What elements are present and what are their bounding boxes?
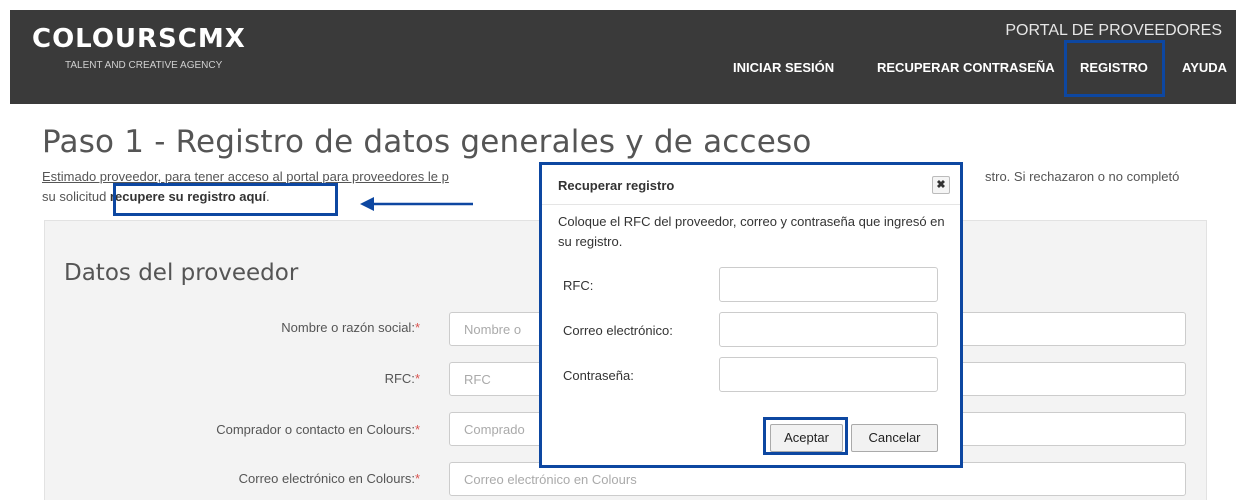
- label-rfc: RFC:*: [384, 371, 420, 386]
- close-icon[interactable]: ✖: [932, 176, 950, 194]
- logo-tagline: TALENT AND CREATIVE AGENCY: [65, 60, 223, 71]
- logo[interactable]: COLOURSCMX: [32, 24, 246, 54]
- top-header: COLOURSCMX TALENT AND CREATIVE AGENCY PO…: [10, 10, 1236, 104]
- recover-link-highlight-box: [113, 183, 338, 216]
- arrow-left-icon: [360, 197, 473, 211]
- modal-password-label: Contraseña:: [563, 368, 634, 383]
- modal-header: Recuperar registro ✖: [542, 165, 960, 205]
- label-nombre: Nombre o razón social:*: [281, 320, 420, 335]
- label-comprador: Comprador o contacto en Colours:*: [216, 422, 420, 437]
- modal-password-input[interactable]: [719, 357, 938, 392]
- nav-iniciar-sesion[interactable]: INICIAR SESIÓN: [733, 60, 834, 75]
- intro-text-link[interactable]: Estimado proveedor, para tener acceso al…: [42, 169, 449, 184]
- page-title: Paso 1 - Registro de datos generales y d…: [42, 124, 812, 160]
- intro-prefix: su solicitud: [42, 189, 110, 204]
- modal-rfc-input[interactable]: [719, 267, 938, 302]
- modal-email-input[interactable]: [719, 312, 938, 347]
- modal-description: Coloque el RFC del proveedor, correo y c…: [558, 214, 945, 249]
- accept-highlight-box: [763, 417, 848, 455]
- modal-email-label: Correo electrónico:: [563, 323, 673, 338]
- section-title: Datos del proveedor: [64, 260, 299, 286]
- intro-text-line1: Estimado proveedor, para tener acceso al…: [42, 169, 449, 184]
- modal-rfc-label: RFC:: [563, 278, 594, 293]
- portal-title: PORTAL DE PROVEEDORES: [1005, 22, 1222, 39]
- modal-title: Recuperar registro: [558, 178, 675, 193]
- recover-registration-modal: Recuperar registro ✖ Coloque el RFC del …: [539, 162, 963, 468]
- intro-text-line1-right: stro. Si rechazaron o no completó: [985, 169, 1180, 184]
- nav-recuperar-contrasena[interactable]: RECUPERAR CONTRASEÑA: [877, 60, 1055, 75]
- label-correo: Correo electrónico en Colours:*: [238, 471, 420, 486]
- cancel-button[interactable]: Cancelar: [851, 424, 938, 452]
- nav-ayuda[interactable]: AYUDA: [1182, 60, 1227, 75]
- registro-highlight-box: [1064, 40, 1165, 97]
